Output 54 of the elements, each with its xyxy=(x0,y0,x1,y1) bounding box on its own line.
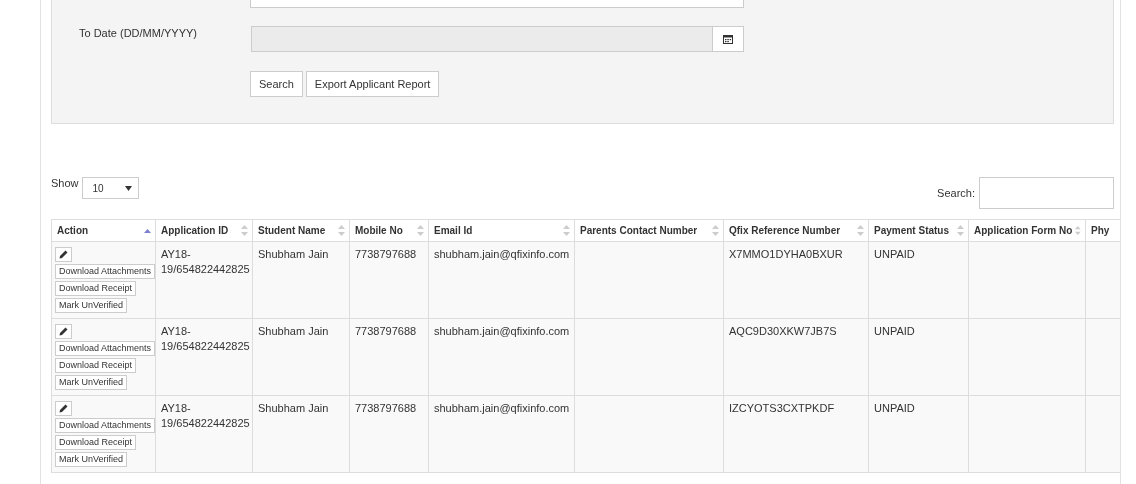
action-button[interactable]: Download Attachments xyxy=(55,341,156,356)
input-field[interactable] xyxy=(250,0,744,8)
column-header[interactable]: Action xyxy=(51,219,156,242)
action-button[interactable]: Mark UnVerified xyxy=(55,375,128,390)
column-header[interactable]: Phy xyxy=(1085,219,1120,242)
column-header[interactable]: Email Id xyxy=(428,219,575,242)
search-button[interactable]: Search xyxy=(250,71,303,97)
pencil-icon xyxy=(59,404,68,413)
column-header[interactable]: Payment Status xyxy=(868,219,969,242)
export-button[interactable]: Export Applicant Report xyxy=(305,71,440,97)
action-button[interactable]: Download Attachments xyxy=(55,418,156,433)
table-cell: 7738797688 xyxy=(355,247,417,262)
page-size-select[interactable]: 10 xyxy=(81,177,139,199)
column-header[interactable]: Qfix Reference Number xyxy=(723,219,869,242)
table-cell: Shubham Jain xyxy=(258,324,329,339)
table-cell: AY18-19/654822442825 xyxy=(161,247,250,277)
table-cell: UNPAID xyxy=(874,401,915,416)
column-header[interactable]: Mobile No xyxy=(349,219,429,242)
column-header[interactable]: Application ID xyxy=(155,219,253,242)
search-field[interactable] xyxy=(979,177,1114,209)
action-button[interactable]: Download Attachments xyxy=(55,264,156,279)
table-cell: UNPAID xyxy=(874,247,915,262)
column-header[interactable]: Parents Contact Number xyxy=(574,219,724,242)
action-button[interactable]: Download Receipt xyxy=(55,281,137,296)
table-cell: AQC9D30XKW7JB7S xyxy=(729,324,837,339)
calendar-button[interactable] xyxy=(713,26,744,52)
table-cell: Shubham Jain xyxy=(258,401,329,416)
action-button[interactable]: Mark UnVerified xyxy=(55,298,128,313)
field-label: To Date (DD/MM/YYYY) xyxy=(78,26,198,41)
table-cell: shubham.jain@qfixinfo.com xyxy=(434,247,570,262)
edit-button[interactable] xyxy=(55,401,72,416)
table-cell: AY18-19/654822442825 xyxy=(161,324,250,354)
table-cell: shubham.jain@qfixinfo.com xyxy=(434,401,570,416)
action-button[interactable]: Download Receipt xyxy=(55,435,137,450)
action-button[interactable]: Download Receipt xyxy=(55,358,137,373)
table-cell: X7MMO1DYHA0BXUR xyxy=(729,247,843,262)
column-header[interactable]: Student Name xyxy=(252,219,350,242)
dropdown-arrow-icon xyxy=(124,185,132,191)
search-label: Search: xyxy=(937,187,975,199)
table-cell: Shubham Jain xyxy=(258,247,329,262)
show-label: Show xyxy=(51,177,79,189)
edit-button[interactable] xyxy=(55,247,72,262)
pencil-icon xyxy=(59,250,68,259)
pencil-icon xyxy=(59,327,68,336)
table-cell: shubham.jain@qfixinfo.com xyxy=(434,324,570,339)
table-cell: 7738797688 xyxy=(355,401,417,416)
action-button[interactable]: Mark UnVerified xyxy=(55,452,128,467)
table-cell: IZCYOTS3CXTPKDF xyxy=(729,401,835,416)
column-header[interactable]: Application Form No xyxy=(968,219,1086,242)
table-cell: AY18-19/654822442825 xyxy=(161,401,250,431)
table-cell: UNPAID xyxy=(874,324,915,339)
table-cell: 7738797688 xyxy=(355,324,417,339)
calendar-icon xyxy=(723,34,733,44)
edit-button[interactable] xyxy=(55,324,72,339)
